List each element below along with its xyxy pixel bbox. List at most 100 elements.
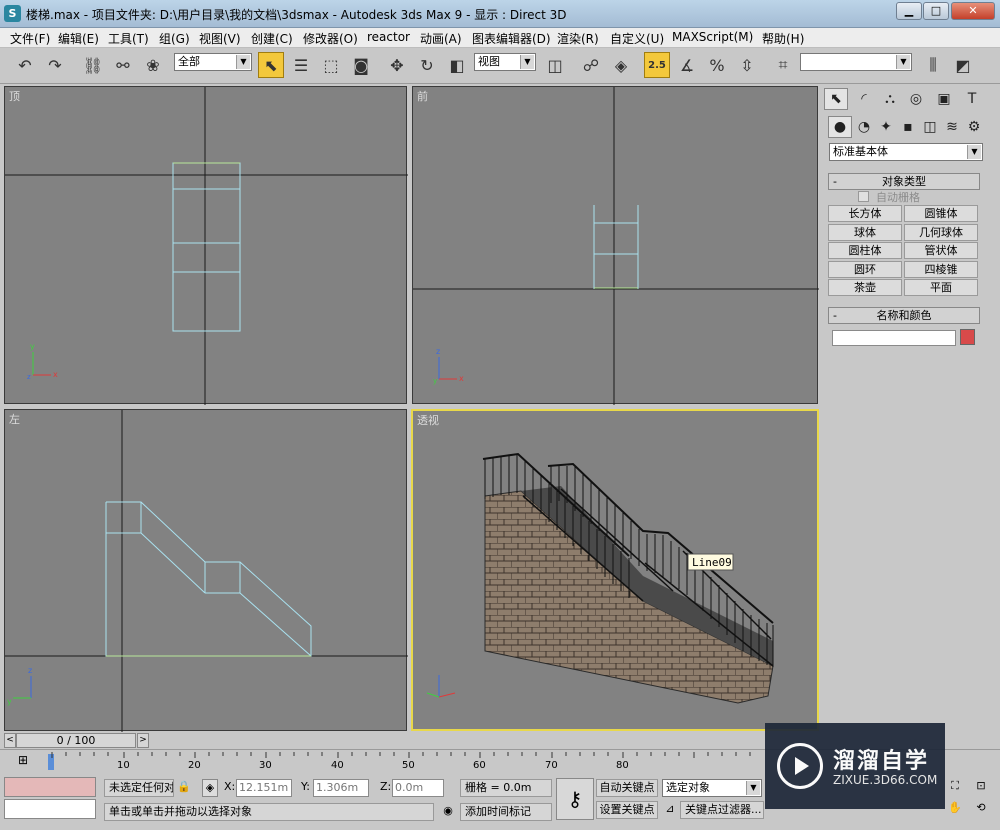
chevron-right-icon[interactable]: > (137, 733, 149, 748)
play-logo-icon (777, 743, 823, 789)
rectangular-selection-icon[interactable]: ⬚ (318, 52, 344, 78)
utilities-tab-icon[interactable]: T (960, 88, 984, 110)
window-crossing-icon[interactable]: ◙ (348, 52, 374, 78)
close-button[interactable]: ✕ (951, 2, 995, 20)
motion-tab-icon[interactable]: ◎ (904, 88, 928, 110)
select-and-scale-icon[interactable]: ◧ (444, 52, 470, 78)
menu-file[interactable]: 文件(F) (10, 30, 50, 47)
geosphere-button[interactable]: 几何球体 (904, 224, 978, 241)
menu-tools[interactable]: 工具(T) (108, 30, 149, 47)
viewport-top[interactable]: 顶 y x z (4, 86, 408, 405)
create-tab-icon[interactable]: ⬉ (824, 88, 848, 110)
menu-views[interactable]: 视图(V) (199, 30, 241, 47)
systems-icon[interactable]: ⚙ (962, 116, 986, 138)
menu-rendering[interactable]: 渲染(R) (557, 30, 599, 47)
reference-coordinate-dropdown[interactable]: 视图 ▼ (474, 53, 536, 71)
hierarchy-tab-icon[interactable]: ⛬ (878, 88, 902, 110)
keyboard-shortcut-override-icon[interactable]: ◈ (608, 52, 634, 78)
time-slider-thumb[interactable]: 0 / 100 (16, 733, 136, 748)
align-icon[interactable]: ◩ (950, 52, 976, 78)
lock-icon[interactable]: 🔒 (176, 779, 192, 797)
geometry-icon[interactable]: ● (828, 116, 852, 138)
select-by-name-icon[interactable]: ☰ (288, 52, 314, 78)
cylinder-button[interactable]: 圆柱体 (828, 242, 902, 259)
absolute-mode-icon[interactable]: ◈ (202, 779, 218, 797)
viewport-left[interactable]: 左 z y (4, 409, 408, 732)
select-and-rotate-icon[interactable]: ↻ (414, 52, 440, 78)
select-and-move-icon[interactable]: ✥ (384, 52, 410, 78)
menu-animation[interactable]: 动画(A) (420, 30, 462, 47)
auto-key-button[interactable]: 自动关键点 (596, 779, 658, 797)
maxscript-listener-top[interactable] (4, 777, 96, 797)
key-filters-button[interactable]: 关键点过滤器... (680, 801, 764, 819)
add-time-tag-button[interactable]: 添加时间标记 (460, 803, 552, 821)
shapes-icon[interactable]: ◔ (852, 116, 876, 138)
menu-reactor[interactable]: reactor (367, 30, 410, 44)
object-type-rollout[interactable]: - 对象类型 (828, 173, 980, 190)
edit-named-selection-icon[interactable]: ⌗ (770, 52, 796, 78)
space-warps-icon[interactable]: ≋ (940, 116, 964, 138)
display-tab-icon[interactable]: ▣ (932, 88, 956, 110)
tick-label-60: 60 (473, 760, 486, 771)
tick-label-40: 40 (331, 760, 344, 771)
cameras-icon[interactable]: ▪ (896, 116, 920, 138)
mirror-icon[interactable]: ⫼ (920, 52, 946, 78)
pyramid-button[interactable]: 四棱锥 (904, 261, 978, 278)
name-and-color-rollout[interactable]: - 名称和颜色 (828, 307, 980, 324)
plane-button[interactable]: 平面 (904, 279, 978, 296)
menu-graph-editors[interactable]: 图表编辑器(D) (472, 30, 551, 47)
auto-grid-checkbox[interactable] (858, 191, 869, 202)
minimize-button[interactable]: ▁ (896, 2, 922, 20)
tube-button[interactable]: 管状体 (904, 242, 978, 259)
set-key-button[interactable]: 设置关键点 (596, 801, 658, 819)
bind-to-space-warp-icon[interactable]: ❀ (140, 52, 166, 78)
menu-edit[interactable]: 编辑(E) (58, 30, 99, 47)
z-coordinate-input[interactable]: 0.0m (392, 779, 444, 797)
key-filter-icon[interactable]: ⊿ (662, 801, 678, 819)
helpers-icon[interactable]: ◫ (918, 116, 942, 138)
named-selection-dropdown[interactable]: ▼ (800, 53, 912, 71)
viewport-front[interactable]: 前 z x y (412, 86, 819, 405)
sphere-button[interactable]: 球体 (828, 224, 902, 241)
object-category-dropdown[interactable]: 标准基本体 ▼ (829, 143, 983, 161)
y-coordinate-input[interactable]: 1.306m (313, 779, 369, 797)
menu-group[interactable]: 组(G) (159, 30, 190, 47)
modify-tab-icon[interactable]: ◜ (852, 88, 876, 110)
select-and-manipulate-icon[interactable]: ☍ (578, 52, 604, 78)
maxscript-listener-bottom[interactable] (4, 799, 96, 819)
cone-button[interactable]: 圆锥体 (904, 205, 978, 222)
select-object-icon[interactable]: ⬉ (258, 52, 284, 78)
set-key-icon[interactable]: ⚷ (556, 778, 594, 820)
menu-customize[interactable]: 自定义(U) (610, 30, 664, 47)
box-button[interactable]: 长方体 (828, 205, 902, 222)
key-selection-dropdown[interactable]: 选定对象 ▼ (662, 779, 762, 797)
chevron-left-icon[interactable]: < (4, 733, 16, 748)
time-tag-icon[interactable]: ◉ (440, 803, 456, 821)
unlink-selection-icon[interactable]: ⚯ (110, 52, 136, 78)
lights-icon[interactable]: ✦ (874, 116, 898, 138)
selection-filter-dropdown[interactable]: 全部 ▼ (174, 53, 252, 71)
angle-snap-icon[interactable]: ∡ (674, 52, 700, 78)
percent-snap-icon[interactable]: % (704, 52, 730, 78)
object-name-input[interactable] (832, 330, 956, 346)
menu-modifiers[interactable]: 修改器(O) (303, 30, 358, 47)
arc-rotate-icon[interactable]: ⟲ (972, 800, 990, 818)
redo-icon[interactable]: ↷ (42, 52, 68, 78)
torus-button[interactable]: 圆环 (828, 261, 902, 278)
maximize-button[interactable]: □ (923, 2, 949, 20)
snap-toggle-icon[interactable]: 2.5 (644, 52, 670, 78)
undo-icon[interactable]: ↶ (12, 52, 38, 78)
zoom-all-icon[interactable]: ⊡ (972, 778, 990, 796)
teapot-button[interactable]: 茶壶 (828, 279, 902, 296)
menu-create[interactable]: 创建(C) (251, 30, 293, 47)
object-color-swatch[interactable] (960, 329, 975, 345)
use-pivot-center-icon[interactable]: ◫ (542, 52, 568, 78)
x-coordinate-input[interactable]: 12.151m (236, 779, 292, 797)
zoom-extents-icon[interactable]: ⛶ (946, 778, 964, 796)
select-and-link-icon[interactable]: ⛓ (80, 52, 106, 78)
menu-maxscript[interactable]: MAXScript(M) (672, 30, 753, 44)
spinner-snap-icon[interactable]: ⇳ (734, 52, 760, 78)
menu-help[interactable]: 帮助(H) (762, 30, 804, 47)
pan-icon[interactable]: ✋ (946, 800, 964, 818)
viewport-perspective[interactable]: 透视 Line09 (411, 409, 819, 731)
